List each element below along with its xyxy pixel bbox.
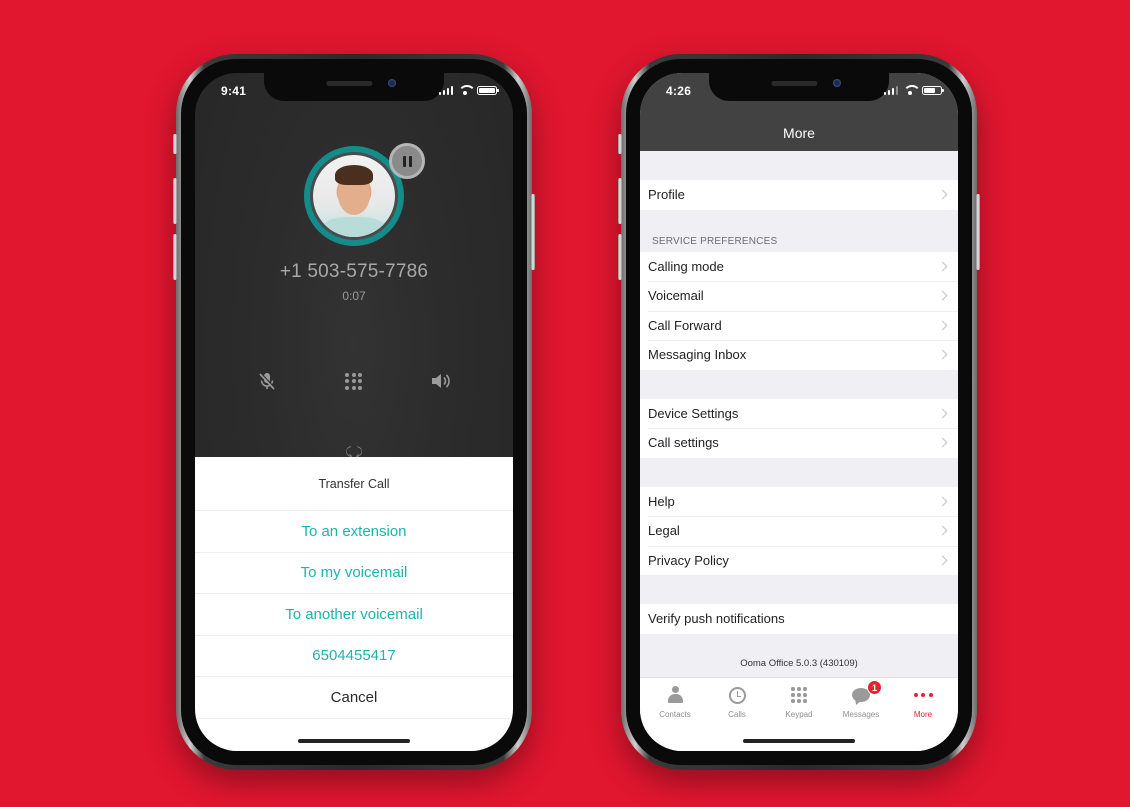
section-header-service-preferences: SERVICE PREFERENCES — [640, 209, 958, 252]
volume-down-button — [618, 234, 622, 280]
chevron-right-icon — [937, 408, 948, 419]
transfer-to-another-voicemail-option[interactable]: To another voicemail — [195, 594, 513, 636]
volume-up-button — [173, 178, 177, 224]
transfer-call-sheet: Transfer Call To an extension To my voic… — [195, 457, 513, 751]
power-button — [531, 194, 535, 270]
settings-row-calling-mode[interactable]: Calling mode — [640, 251, 958, 281]
wifi-icon — [903, 85, 921, 95]
transfer-to-number-option[interactable]: 6504455417 — [195, 636, 513, 677]
tab-contacts[interactable]: Contacts — [644, 684, 706, 751]
battery-icon — [922, 85, 944, 95]
volume-down-button — [173, 234, 177, 280]
chevron-right-icon — [937, 290, 948, 301]
clock-icon — [728, 686, 746, 704]
keypad-button[interactable] — [338, 369, 370, 393]
person-icon — [668, 686, 683, 704]
cellular-signal-icon — [438, 85, 453, 95]
home-indicator[interactable] — [298, 739, 410, 743]
chevron-right-icon — [937, 349, 948, 360]
status-time: 9:41 — [221, 84, 247, 98]
chevron-right-icon — [937, 320, 948, 331]
mute-switch — [173, 134, 177, 154]
settings-row-call-settings[interactable]: Call settings — [640, 428, 958, 458]
settings-row-verify-push-notifications[interactable]: Verify push notifications — [640, 604, 958, 634]
transfer-to-extension-option[interactable]: To an extension — [195, 511, 513, 553]
settings-row-messaging-inbox[interactable]: Messaging Inbox — [640, 340, 958, 370]
cancel-button[interactable]: Cancel — [195, 677, 513, 719]
settings-list: Profile SERVICE PREFERENCES Calling mode… — [640, 151, 958, 694]
chevron-right-icon — [937, 261, 948, 272]
unread-badge: 1 — [867, 680, 882, 695]
pause-icon — [402, 155, 406, 167]
settings-row-help[interactable]: Help — [640, 486, 958, 516]
chevron-right-icon — [937, 525, 948, 536]
power-button — [976, 194, 980, 270]
call-controls — [195, 369, 513, 393]
settings-row-privacy-policy[interactable]: Privacy Policy — [640, 545, 958, 575]
volume-up-button — [618, 178, 622, 224]
wifi-icon — [458, 85, 476, 95]
cellular-signal-icon — [883, 85, 898, 95]
status-bar: 9:41 — [195, 73, 513, 109]
tab-bar: Contacts Calls Keypad 1 Messages More — [640, 677, 958, 751]
chevron-right-icon — [937, 189, 948, 200]
call-screen: 9:41 +1 503-575-7786 0:07 ⤹ ⤸ Transfer C… — [195, 73, 513, 751]
caller-photo — [313, 155, 395, 237]
chevron-right-icon — [937, 496, 948, 507]
settings-row-call-forward[interactable]: Call Forward — [640, 310, 958, 340]
call-duration: 0:07 — [342, 289, 366, 303]
more-dots-icon — [913, 693, 933, 697]
mute-switch — [618, 134, 622, 154]
mute-button[interactable] — [251, 369, 283, 393]
caller-number: +1 503-575-7786 — [279, 261, 429, 282]
keypad-icon — [345, 372, 363, 390]
status-time: 4:26 — [666, 84, 692, 98]
status-bar: 4:26 — [640, 73, 958, 109]
keypad-icon — [791, 687, 807, 703]
more-screen: More 4:26 Profile SERVICE PREFERENCES Ca… — [640, 73, 958, 751]
tab-more[interactable]: More — [892, 684, 954, 751]
settings-row-device-settings[interactable]: Device Settings — [640, 398, 958, 428]
phone-frame-left: 9:41 +1 503-575-7786 0:07 ⤹ ⤸ Transfer C… — [173, 54, 535, 770]
speaker-button[interactable] — [425, 369, 457, 393]
battery-icon — [477, 85, 499, 95]
chevron-right-icon — [937, 555, 948, 566]
settings-row-legal[interactable]: Legal — [640, 516, 958, 546]
home-indicator[interactable] — [743, 739, 855, 743]
speaker-icon — [432, 374, 451, 388]
transfer-to-my-voicemail-option[interactable]: To my voicemail — [195, 553, 513, 594]
sheet-title: Transfer Call — [195, 457, 513, 511]
settings-row-voicemail[interactable]: Voicemail — [640, 281, 958, 311]
page-title: More — [783, 125, 815, 141]
settings-row-profile[interactable]: Profile — [640, 180, 958, 210]
phone-frame-right: More 4:26 Profile SERVICE PREFERENCES Ca… — [618, 54, 980, 770]
hold-button[interactable] — [389, 143, 425, 179]
mute-microphone-icon — [258, 372, 276, 390]
chevron-right-icon — [937, 437, 948, 448]
